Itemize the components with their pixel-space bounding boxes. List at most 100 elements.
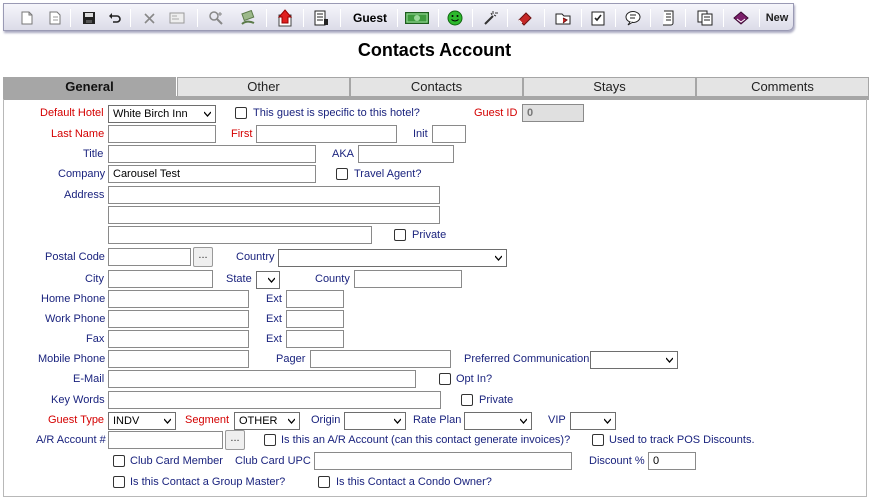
tab-other[interactable]: Other (177, 77, 350, 97)
pager-label: Pager (276, 353, 306, 365)
address-private-label: Private (412, 229, 447, 241)
hand-money-icon[interactable] (238, 8, 258, 28)
aka-label: AKA (332, 148, 355, 160)
city-input[interactable] (108, 270, 213, 288)
ar-account-input[interactable] (108, 431, 223, 449)
postal-code-input[interactable] (108, 248, 191, 266)
segment-select[interactable]: OTHER (234, 412, 300, 430)
upload-icon[interactable] (275, 8, 295, 28)
club-card-upc-input[interactable] (314, 452, 572, 470)
guest-type-value: INDV (113, 415, 140, 427)
comment-icon[interactable] (622, 8, 644, 28)
home-ext-input[interactable] (286, 290, 344, 308)
guest-id-label: Guest ID (474, 107, 518, 119)
travel-agent-checkbox[interactable] (336, 168, 348, 180)
work-phone-label: Work Phone (45, 313, 106, 325)
address-line-3-input[interactable] (108, 226, 372, 244)
search-icon[interactable] (206, 8, 226, 28)
county-input[interactable] (354, 270, 462, 288)
preferred-communication-select[interactable] (590, 351, 678, 369)
card-icon[interactable] (166, 8, 188, 28)
address-line-2-input[interactable] (108, 206, 440, 224)
first-name-label: First (231, 128, 253, 140)
condo-owner-checkbox[interactable] (318, 476, 330, 488)
scroll-icon[interactable] (658, 8, 678, 28)
opt-in-label: Opt In? (456, 373, 493, 385)
rate-plan-select[interactable] (464, 412, 532, 430)
title-input[interactable] (108, 145, 316, 163)
chevron-down-icon (520, 418, 527, 424)
checklist-icon[interactable] (588, 8, 608, 28)
chevron-down-icon (204, 111, 211, 117)
pager-input[interactable] (310, 350, 451, 368)
guest-type-label: Guest Type (48, 414, 105, 426)
eraser-icon[interactable] (514, 8, 536, 28)
company-input[interactable]: Carousel Test (108, 165, 316, 183)
copy-doc-icon[interactable] (46, 8, 64, 28)
last-name-input[interactable] (108, 125, 216, 143)
discount-input[interactable]: 0 (648, 452, 696, 470)
group-master-label: Is this Contact a Group Master? (130, 476, 286, 488)
magic-wand-icon[interactable] (480, 8, 500, 28)
key-words-private-checkbox[interactable] (461, 394, 473, 406)
vip-select[interactable] (570, 412, 616, 430)
work-phone-input[interactable] (108, 310, 249, 328)
guest-type-select[interactable]: INDV (108, 412, 176, 430)
origin-label: Origin (311, 414, 341, 426)
vip-label: VIP (548, 414, 566, 426)
chevron-down-icon (394, 418, 401, 424)
guest-label[interactable]: Guest (349, 8, 391, 28)
ar-account-question-label: Is this an A/R Account (can this contact… (281, 434, 571, 446)
chevron-down-icon (495, 255, 502, 261)
ar-account-lookup-button[interactable]: ... (225, 430, 245, 450)
pos-discount-checkbox[interactable] (592, 434, 604, 446)
state-label: State (226, 273, 252, 285)
discount-label: Discount % (589, 455, 645, 467)
mobile-phone-input[interactable] (108, 350, 249, 368)
new-button[interactable]: New (762, 8, 792, 28)
fax-input[interactable] (108, 330, 249, 348)
smiley-icon[interactable] (445, 8, 465, 28)
book-icon[interactable] (730, 8, 752, 28)
ar-account-checkbox[interactable] (264, 434, 276, 446)
group-master-checkbox[interactable] (113, 476, 125, 488)
chevron-down-icon (666, 357, 673, 363)
address-private-checkbox[interactable] (394, 229, 406, 241)
report-icon[interactable] (311, 8, 331, 28)
key-words-private-label: Private (479, 394, 514, 406)
default-hotel-label: Default Hotel (40, 107, 104, 119)
tab-comments[interactable]: Comments (696, 77, 869, 97)
club-card-member-checkbox[interactable] (113, 455, 125, 467)
delete-icon[interactable] (140, 8, 158, 28)
init-label: Init (413, 128, 428, 140)
tab-stays[interactable]: Stays (523, 77, 696, 97)
work-ext-input[interactable] (286, 310, 344, 328)
state-select[interactable] (256, 271, 280, 289)
folder-icon[interactable] (552, 8, 574, 28)
travel-agent-label: Travel Agent? (354, 168, 422, 180)
undo-icon[interactable] (106, 8, 124, 28)
opt-in-checkbox[interactable] (439, 373, 451, 385)
home-phone-input[interactable] (108, 290, 249, 308)
default-hotel-select[interactable]: White Birch Inn (108, 105, 216, 123)
documents-icon[interactable] (694, 8, 716, 28)
money-icon[interactable] (403, 8, 431, 28)
address-line-1-input[interactable] (108, 186, 440, 204)
postal-lookup-button[interactable]: ... (193, 247, 213, 267)
country-select[interactable] (278, 249, 507, 267)
first-name-input[interactable] (256, 125, 397, 143)
save-icon[interactable] (80, 8, 98, 28)
fax-ext-input[interactable] (286, 330, 344, 348)
rate-plan-label: Rate Plan (413, 414, 462, 426)
specific-hotel-checkbox[interactable] (235, 107, 247, 119)
key-words-input[interactable] (108, 391, 441, 409)
email-input[interactable] (108, 370, 416, 388)
tab-general[interactable]: General (3, 77, 176, 97)
condo-owner-label: Is this Contact a Condo Owner? (336, 476, 492, 488)
new-doc-icon[interactable] (18, 8, 36, 28)
tab-contacts[interactable]: Contacts (350, 77, 523, 97)
origin-select[interactable] (344, 412, 406, 430)
aka-input[interactable] (358, 145, 454, 163)
fax-ext-label: Ext (266, 333, 282, 345)
init-input[interactable] (432, 125, 466, 143)
